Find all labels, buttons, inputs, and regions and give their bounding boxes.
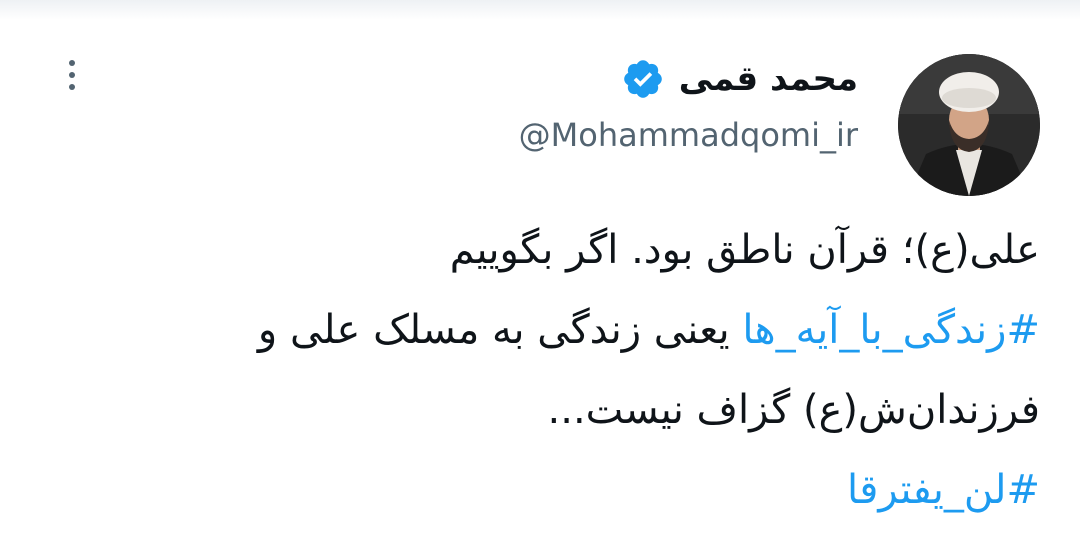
hashtag-link[interactable]: #زندگی_با_آیه_ها (742, 307, 1040, 353)
more-vertical-icon-dot (69, 72, 75, 78)
tweet-text-line-1: علی(ع)؛ قرآن ناطق بود. اگر بگوییم (449, 227, 1040, 273)
more-options-button[interactable] (52, 50, 92, 100)
author-row: محمد قمی (621, 52, 858, 106)
tweet-text-line-3: فرزندان‌ش(ع) گزاف نیست... (547, 387, 1040, 433)
tweet-text-line-2: یعنی زندگی به مسلک علی و (257, 307, 743, 353)
verified-badge-icon (623, 60, 662, 98)
tweet-card[interactable]: محمد قمی @Mohammadqomi_ir علی(ع)؛ قرآن ن… (0, 0, 1080, 556)
avatar[interactable] (898, 54, 1040, 196)
tweet-text: علی(ع)؛ قرآن ناطق بود. اگر بگوییم #زندگی… (40, 210, 1040, 530)
user-handle[interactable]: @Mohammadqomi_ir (519, 116, 858, 154)
avatar-image (898, 54, 1040, 196)
more-vertical-icon-dot (69, 84, 75, 90)
display-name[interactable]: محمد قمی (679, 59, 858, 99)
hashtag-link[interactable]: #لن_یفترقا (847, 467, 1040, 513)
more-vertical-icon (69, 60, 75, 66)
